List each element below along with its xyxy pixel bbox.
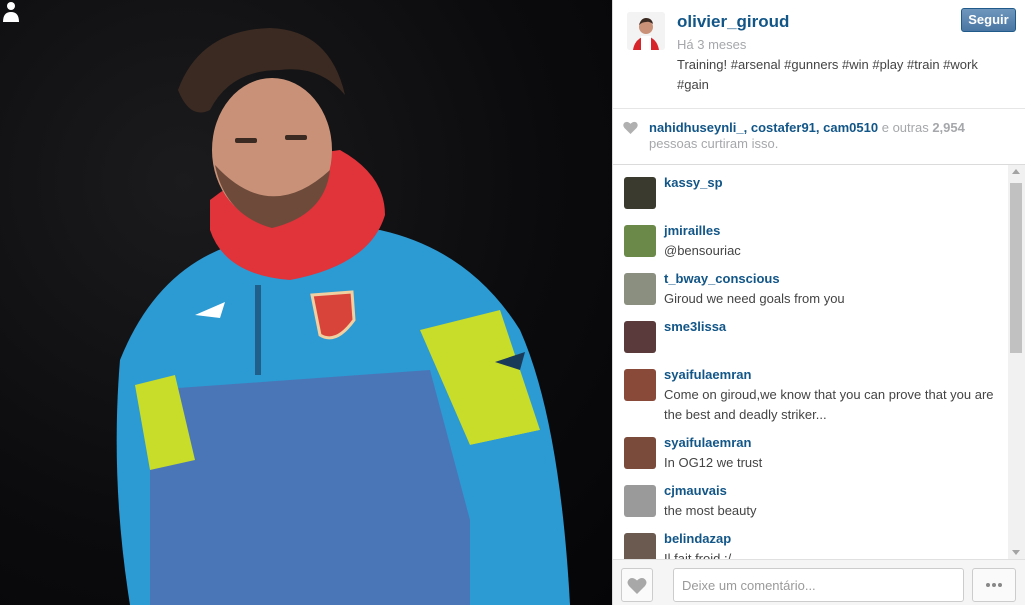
liker-username[interactable]: cam0510 [823, 120, 878, 135]
author-avatar-image [627, 12, 665, 50]
more-options-button[interactable] [972, 568, 1016, 602]
commenter-avatar[interactable] [624, 273, 656, 305]
commenter-avatar[interactable] [624, 225, 656, 257]
more-icon [985, 574, 1003, 591]
likes-separator: , [743, 120, 751, 135]
likes-others-prefix: e outras [878, 120, 933, 135]
scroll-up-icon[interactable] [1012, 169, 1020, 174]
comment-username[interactable]: cjmauvais [664, 483, 727, 498]
comment-username[interactable]: t_bway_conscious [664, 271, 780, 286]
post-photo[interactable] [0, 0, 612, 605]
commenter-avatar[interactable] [624, 533, 656, 559]
commenter-avatar[interactable] [624, 369, 656, 401]
scroll-down-icon[interactable] [1012, 550, 1020, 555]
post-time[interactable]: Há 3 meses [677, 37, 746, 52]
post-photo-illustration [116, 28, 571, 605]
comment-text: Come on giroud,we know that you can prov… [664, 387, 994, 422]
follow-button[interactable]: Seguir [961, 8, 1016, 32]
commenter-avatar[interactable] [624, 485, 656, 517]
like-button[interactable] [621, 568, 653, 602]
heart-icon [623, 121, 638, 134]
comment-username[interactable]: syaifulaemran [664, 367, 751, 382]
comment-text: Giroud we need goals from you [664, 291, 845, 306]
comment-text: In OG12 we trust [664, 455, 763, 470]
comments-list[interactable]: kassy_sp jmirailles @bensouriac t_bway_c… [613, 165, 1008, 559]
likes-count[interactable]: 2,954 [932, 120, 965, 135]
post-side-panel: olivier_giroud Há 3 meses Training! #ars… [612, 0, 1025, 605]
commenter-avatar[interactable] [624, 177, 656, 209]
person-icon[interactable] [0, 0, 22, 22]
heart-icon [627, 577, 647, 594]
scrollbar-thumb[interactable] [1010, 183, 1022, 353]
comment-text: Il fait froid :/ [664, 551, 732, 559]
comment-username[interactable]: sme3lissa [664, 319, 726, 334]
likes-suffix: pessoas curtiram isso. [649, 136, 779, 151]
comment-username[interactable]: belindazap [664, 531, 731, 546]
author-avatar[interactable] [627, 12, 665, 50]
post-caption: Training! #arsenal #gunners #win #play #… [677, 57, 978, 92]
author-username[interactable]: olivier_giroud [677, 12, 789, 32]
comment-footer [613, 559, 1025, 605]
commenter-avatar[interactable] [624, 321, 656, 353]
likes-summary: nahidhuseynli_, costafer91, cam0510 e ou… [649, 120, 1009, 152]
post-header: olivier_giroud Há 3 meses Training! #ars… [613, 0, 1025, 109]
liker-username[interactable]: nahidhuseynli_ [649, 120, 744, 135]
comment-input[interactable] [673, 568, 964, 602]
comment-text: the most beauty [664, 503, 757, 518]
comment-text: @bensouriac [664, 243, 741, 258]
comment-username[interactable]: syaifulaemran [664, 435, 751, 450]
comment-username[interactable]: jmirailles [664, 223, 720, 238]
commenter-avatar[interactable] [624, 437, 656, 469]
likes-section: nahidhuseynli_, costafer91, cam0510 e ou… [613, 108, 1025, 165]
liker-username[interactable]: costafer91 [751, 120, 816, 135]
comments-scrollbar[interactable] [1008, 165, 1025, 559]
comment-username[interactable]: kassy_sp [664, 175, 723, 190]
